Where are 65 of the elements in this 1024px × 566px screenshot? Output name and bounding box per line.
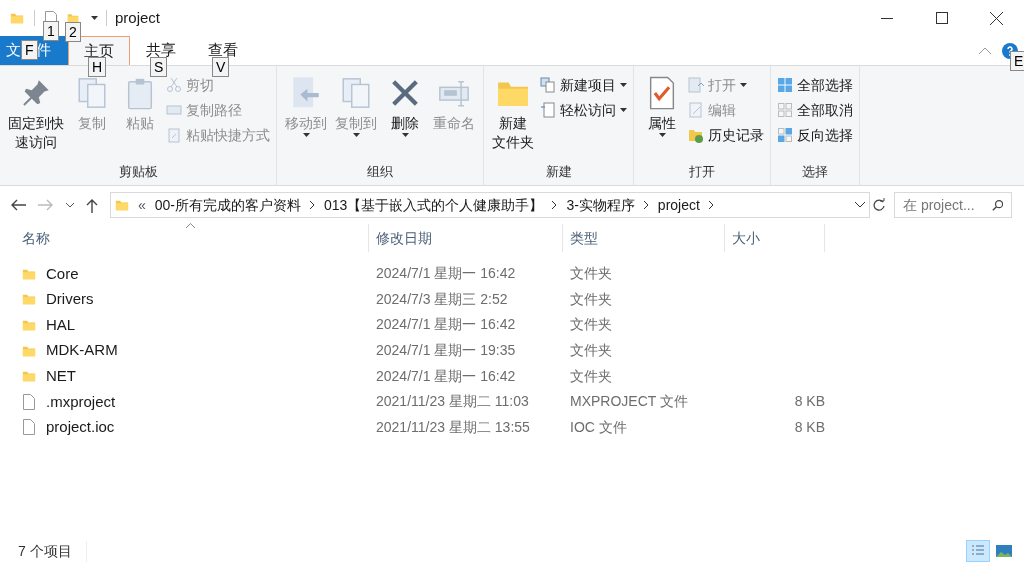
column-header[interactable]: 类型 xyxy=(563,224,725,252)
ribbon-button[interactable]: 新建项目 xyxy=(540,74,627,96)
window-title: project xyxy=(115,7,161,28)
table-cell-text: 8 KB xyxy=(794,417,825,437)
table-cell-text: 文件夹 xyxy=(569,289,613,309)
table-cell-text: 文件夹 xyxy=(569,366,613,386)
file-name: project.ioc xyxy=(46,417,115,438)
keytip-tooltip: V xyxy=(212,57,230,77)
file-row[interactable]: HAL 2024/7/1 星期一 16:42 文件夹 xyxy=(0,312,1024,338)
file-row[interactable]: MDK-ARM 2024/7/1 星期一 19:35 文件夹 xyxy=(0,337,1024,364)
group-label: 组织 xyxy=(366,162,394,181)
ribbon-button[interactable]: 历史记录 xyxy=(688,124,764,146)
breadcrumb[interactable]: 013【基于嵌入式的个人健康助手】 xyxy=(324,194,544,216)
file-row[interactable]: .mxproject 2021/11/23 星期二 11:03 MXPROJECT 文件 8 KB xyxy=(0,388,1024,415)
search-field[interactable]: 在 project... xyxy=(894,192,1012,218)
table-cell-text: 文件夹 xyxy=(569,264,613,284)
file-name: .mxproject xyxy=(46,391,116,412)
file-name: HAL xyxy=(46,314,76,335)
ribbon-button[interactable]: 删除 xyxy=(383,72,427,162)
breadcrumb-overflow[interactable]: « xyxy=(138,194,146,216)
keytip-tooltip: E xyxy=(1010,50,1024,71)
table-cell-text: 2021/11/23 星期二 13:55 xyxy=(375,417,531,437)
keytip-tooltip: 1 xyxy=(43,21,59,41)
table-cell-text: 文件夹 xyxy=(569,341,613,361)
table-cell-text: 2024/7/3 星期三 2:52 xyxy=(375,289,509,309)
breadcrumb[interactable]: 00-所有完成的客户资料 xyxy=(154,194,302,216)
table-cell-text: 2024/7/1 星期一 16:42 xyxy=(375,264,517,284)
table-cell-text: IOC 文件 xyxy=(569,417,628,437)
column-header[interactable]: 大小 xyxy=(725,224,825,252)
group-label: 打开 xyxy=(688,162,716,181)
breadcrumb[interactable]: 3-实物程序 xyxy=(566,194,635,216)
address-field[interactable]: « 00-所有完成的客户资料 013【基于嵌入式的个人健康助手】 3-实物程序 project xyxy=(110,192,870,218)
ribbon-button[interactable]: 反向选择 xyxy=(777,124,853,146)
group-label: 新建 xyxy=(544,162,573,181)
ribbon-button[interactable]: 全部取消 xyxy=(777,99,853,121)
breadcrumb[interactable]: project xyxy=(657,194,700,216)
table-cell-text: 2021/11/23 星期二 11:03 xyxy=(375,392,530,412)
file-row[interactable]: NET 2024/7/1 星期一 16:42 文件夹 xyxy=(0,363,1024,389)
column-header[interactable]: 名称 xyxy=(0,224,369,252)
table-cell-text: 2024/7/1 星期一 16:42 xyxy=(375,315,517,335)
file-row[interactable]: Core 2024/7/1 星期一 16:42 文件夹 xyxy=(0,261,1024,287)
file-name: NET xyxy=(46,365,76,386)
group-label: 剪贴板 xyxy=(117,162,159,181)
file-name: Core xyxy=(46,263,79,284)
file-row[interactable]: Drivers 2024/7/3 星期三 2:52 文件夹 xyxy=(0,286,1024,313)
keytip-tooltip: H xyxy=(88,57,107,77)
keytip-tooltip: S xyxy=(150,57,168,77)
column-header[interactable]: 修改日期 xyxy=(369,224,563,252)
table-cell-text: 2024/7/1 星期一 19:35 xyxy=(375,341,517,361)
file-name: Drivers xyxy=(46,289,94,310)
keytip-tooltip: F xyxy=(21,40,38,60)
ribbon-button[interactable]: 新建 文件夹 xyxy=(490,72,536,162)
ribbon-button[interactable]: 全部选择 xyxy=(777,74,853,96)
ribbon-button[interactable]: 属性 xyxy=(640,72,684,162)
table-cell-text: MXPROJECT 文件 xyxy=(569,392,689,412)
file-name: MDK-ARM xyxy=(46,340,118,361)
keytip-tooltip: 2 xyxy=(65,22,81,42)
table-cell-text: 文件夹 xyxy=(569,315,613,335)
ribbon-button[interactable]: 固定到快 速访问 xyxy=(6,72,66,162)
item-count: 7 个项目 xyxy=(18,540,87,562)
file-row[interactable]: project.ioc 2021/11/23 星期二 13:55 IOC 文件 8 KB xyxy=(0,414,1024,441)
table-cell-text: 2024/7/1 星期一 16:42 xyxy=(375,366,517,386)
ribbon-button[interactable]: 轻松访问 xyxy=(540,99,627,121)
table-cell-text: 8 KB xyxy=(794,392,825,412)
group-label: 选择 xyxy=(801,162,829,181)
